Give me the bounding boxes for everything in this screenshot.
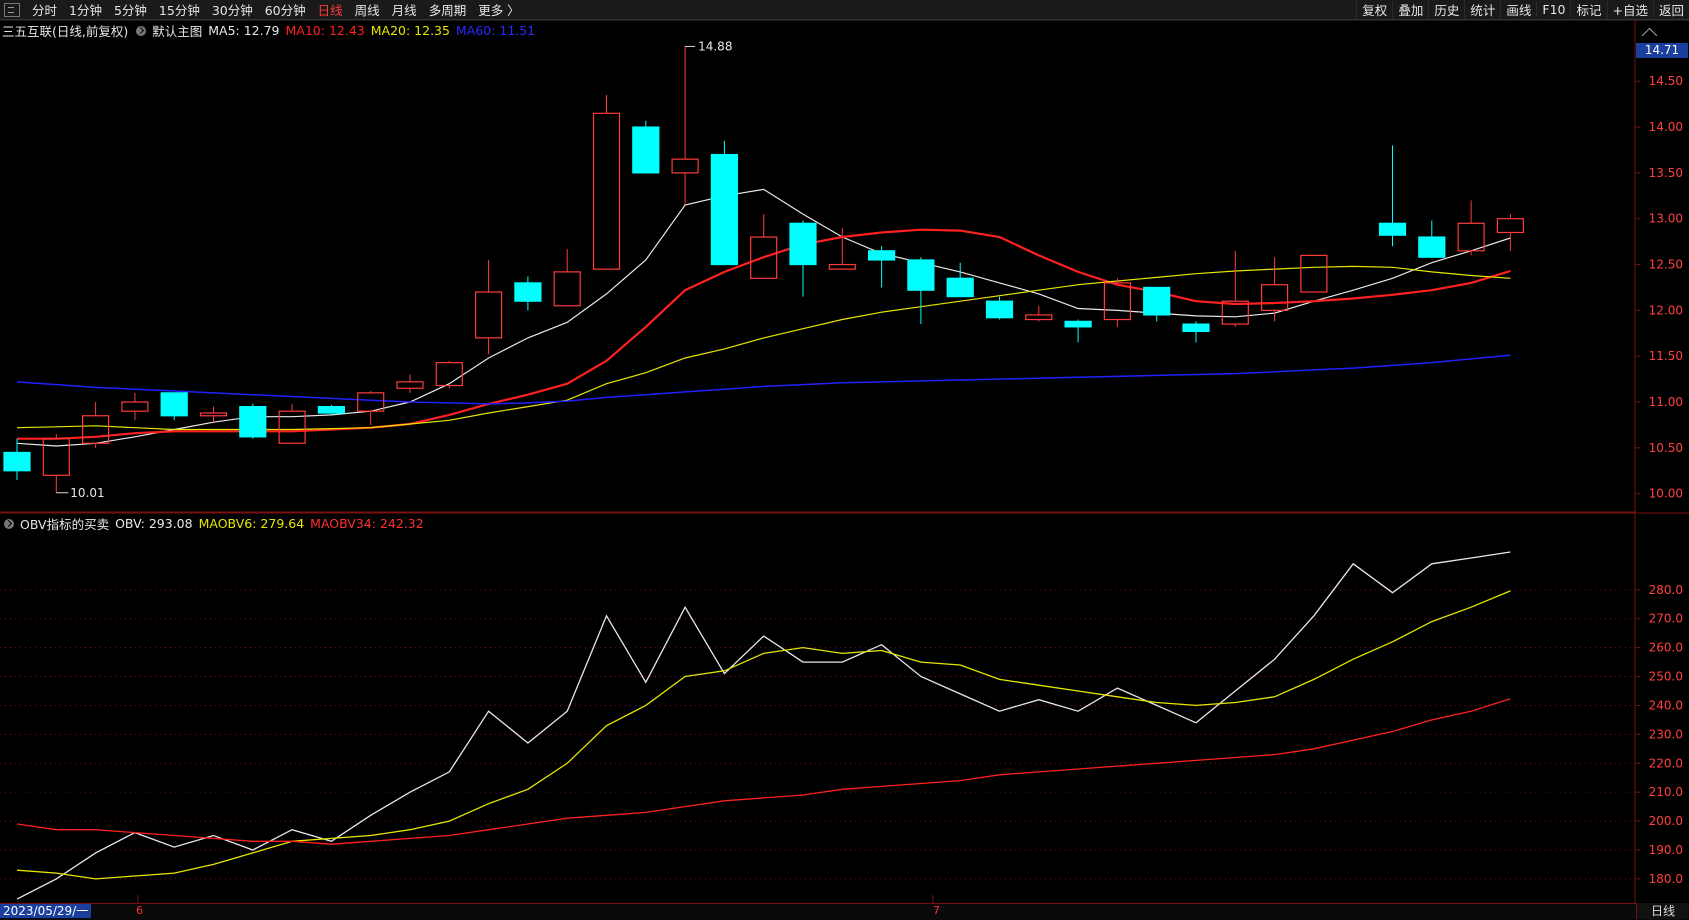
obv-tick-label: 280.0 xyxy=(1649,583,1683,597)
obv-tick-label: 200.0 xyxy=(1649,814,1683,828)
kline-chart[interactable]: 10.00 10.50 11.00 11.50 12.00 12.50 13.00 13.50… xyxy=(0,0,1689,903)
obv-tick-label: 270.0 xyxy=(1649,612,1683,626)
price-tick-label: 12.50 xyxy=(1649,258,1683,272)
candle-down xyxy=(317,406,345,414)
candle-down xyxy=(867,250,896,261)
candle-down xyxy=(3,451,31,472)
candle-down xyxy=(239,406,267,438)
current-price-box: 14.71 xyxy=(1636,43,1688,58)
price-tick-label: 14.50 xyxy=(1649,74,1683,88)
candle-down xyxy=(907,259,935,291)
candle-up xyxy=(592,112,621,270)
candle-up xyxy=(357,392,385,412)
obv-tick-label: 180.0 xyxy=(1649,872,1683,886)
candle-down xyxy=(1064,320,1092,328)
candle-down xyxy=(632,126,660,174)
candle-up xyxy=(121,401,149,412)
price-tick-label: 13.50 xyxy=(1649,166,1683,180)
obv-line-obv xyxy=(16,551,1511,900)
candle-down xyxy=(514,282,542,302)
candle-down xyxy=(1378,222,1407,236)
price-tick-label: 11.50 xyxy=(1649,349,1683,363)
obv-tick-label: 250.0 xyxy=(1649,670,1683,684)
price-tick-label: 14.00 xyxy=(1649,120,1683,134)
candle-up xyxy=(1260,284,1289,311)
obv-tick-label: 190.0 xyxy=(1649,843,1683,857)
candle-up xyxy=(671,158,699,174)
candle-up xyxy=(199,412,228,417)
candle-up xyxy=(475,291,503,339)
candle-down xyxy=(789,222,817,266)
candle-down xyxy=(946,277,974,298)
candle-down xyxy=(710,153,739,266)
period-tab[interactable]: 日线 xyxy=(1636,903,1689,919)
month-label-jul: 7 xyxy=(933,904,940,917)
obv-tick-label: 230.0 xyxy=(1649,727,1683,741)
obv-line-maobv6 xyxy=(16,590,1511,880)
candle-up xyxy=(396,381,424,389)
price-tick-label: 10.50 xyxy=(1649,441,1683,455)
month-label-jun: 6 xyxy=(136,904,143,917)
candle-up xyxy=(42,438,70,476)
obv-tick-label: 210.0 xyxy=(1649,785,1683,799)
candle-up xyxy=(1496,218,1525,234)
candle-up xyxy=(828,263,856,270)
candle-up xyxy=(1103,282,1132,321)
candle-up xyxy=(435,362,463,387)
candle-up xyxy=(1457,222,1485,252)
price-tick-label: 13.00 xyxy=(1649,212,1683,226)
price-tick-label: 11.00 xyxy=(1649,395,1683,409)
candle-down xyxy=(1182,323,1210,333)
obv-tick-label: 260.0 xyxy=(1649,641,1683,655)
candle-up xyxy=(553,271,581,307)
ma-line-ma60 xyxy=(16,354,1511,405)
candle-up xyxy=(1025,314,1053,321)
candle-down xyxy=(985,300,1014,319)
obv-tick-label: 220.0 xyxy=(1649,756,1683,770)
candle-down xyxy=(1143,286,1171,316)
price-tick-label: 12.00 xyxy=(1649,303,1683,317)
candle-up xyxy=(1300,254,1328,293)
date-axis xyxy=(0,903,1689,920)
high-price-label: 14.88 xyxy=(698,39,732,53)
obv-line-maobv34 xyxy=(16,698,1511,845)
candle-up xyxy=(81,415,110,444)
price-tick-label: 10.00 xyxy=(1649,487,1683,501)
candle-down xyxy=(1418,236,1446,258)
ma-line-ma20 xyxy=(16,265,1511,431)
low-price-label: 10.01 xyxy=(70,486,104,500)
obv-tick-label: 240.0 xyxy=(1649,698,1683,712)
candle-down xyxy=(160,392,188,417)
date-cursor-label: 2023/05/29/一 xyxy=(0,904,92,918)
